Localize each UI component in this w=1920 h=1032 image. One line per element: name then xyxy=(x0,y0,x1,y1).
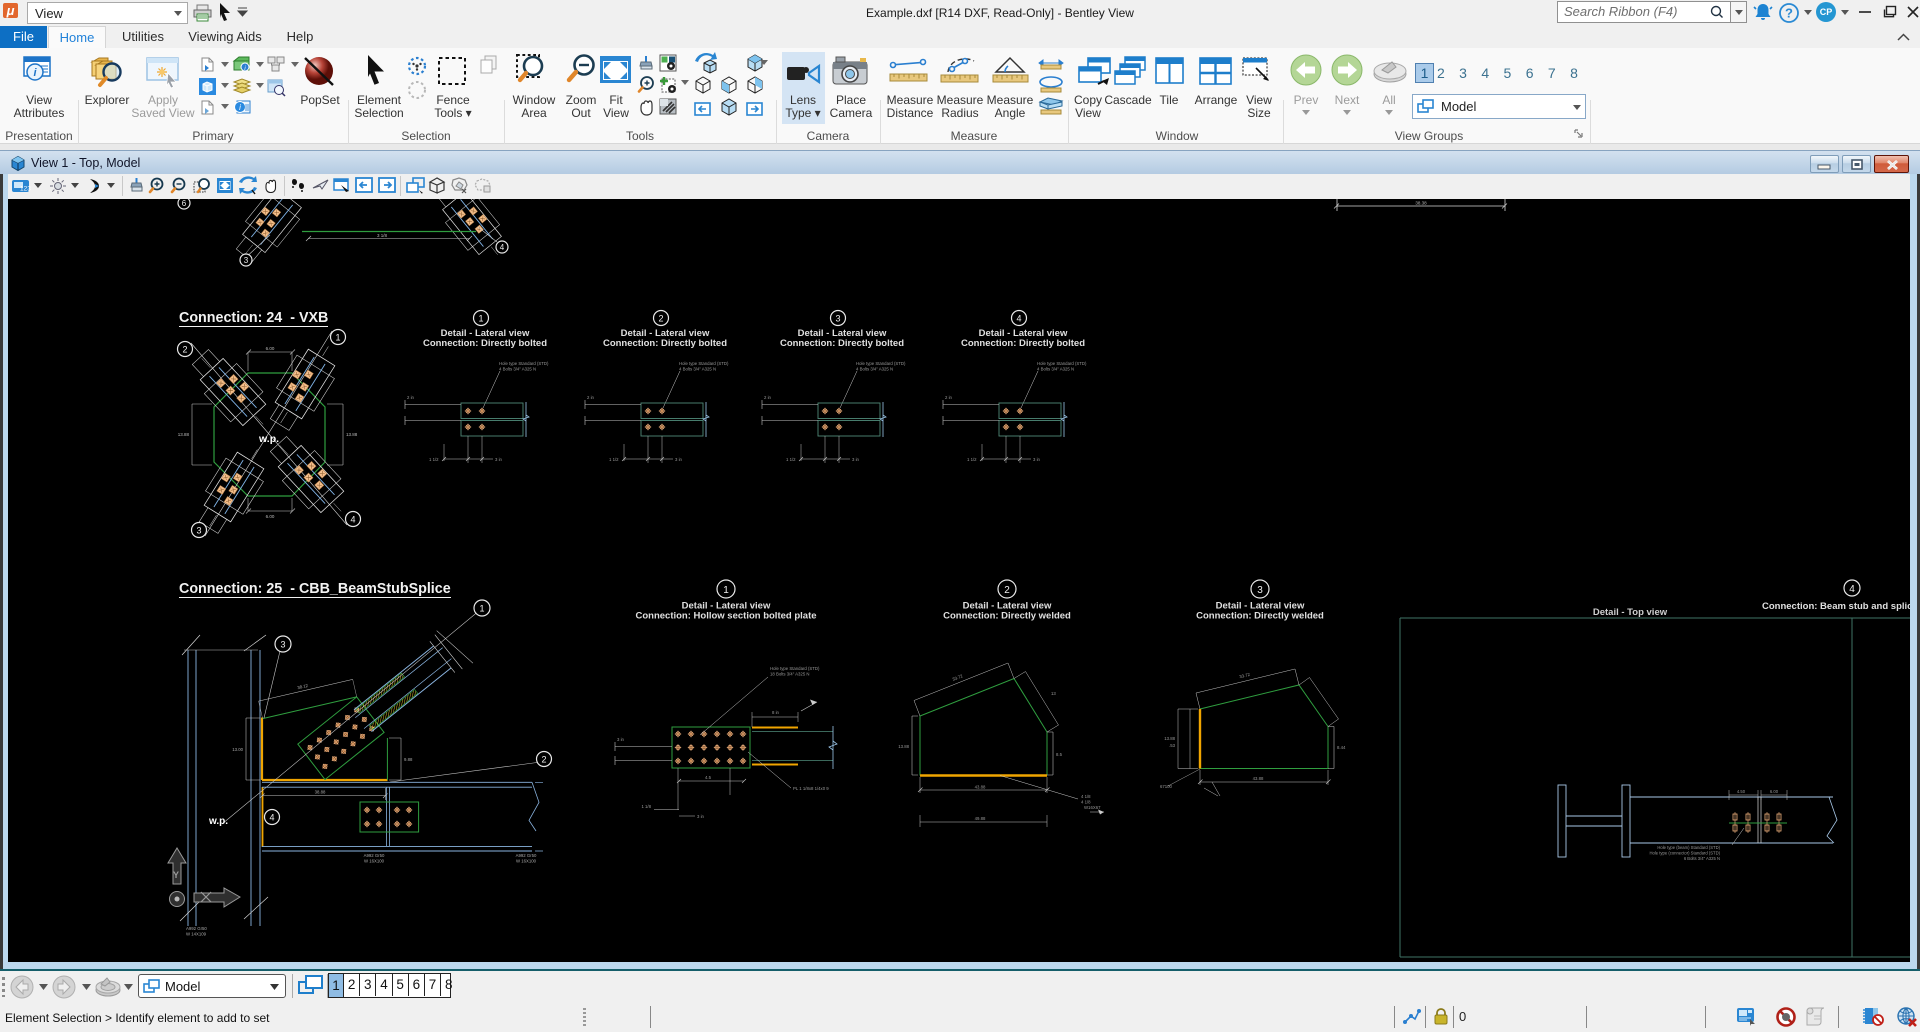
svg-text:38.12: 38.12 xyxy=(297,683,309,690)
svg-text:1 1/2: 1 1/2 xyxy=(609,457,619,462)
svg-text:13.00: 13.00 xyxy=(232,747,243,752)
svg-text:A992 Gr50: A992 Gr50 xyxy=(186,926,207,931)
svg-text:W 14X109: W 14X109 xyxy=(186,932,207,937)
svg-text:3 1/8: 3 1/8 xyxy=(377,233,388,238)
svg-text:2: 2 xyxy=(658,314,663,324)
svg-text:3: 3 xyxy=(280,640,285,650)
svg-text:9.88: 9.88 xyxy=(404,757,413,762)
svg-text:49.88: 49.88 xyxy=(975,816,986,821)
svg-text:2: 2 xyxy=(182,345,187,355)
svg-text:2: 2 xyxy=(1004,585,1010,596)
svg-text:1: 1 xyxy=(335,333,340,343)
svg-text:2 in: 2 in xyxy=(764,395,772,400)
svg-text:4 Bolts 3/4" A325 N: 4 Bolts 3/4" A325 N xyxy=(1037,367,1074,372)
svg-text:4 Bolts 3/4" A325 N: 4 Bolts 3/4" A325 N xyxy=(499,367,536,372)
svg-text:Hole type (connector) Standard: Hole type (connector) Standard (STD) xyxy=(1649,851,1720,856)
svg-text:4: 4 xyxy=(500,243,505,252)
svg-text:Connection: 25 - CBB_BeamStub: Connection: 25 - CBB_BeamStubSplice xyxy=(179,581,451,597)
svg-text:6: 6 xyxy=(182,199,187,208)
svg-text:3: 3 xyxy=(835,314,840,324)
svg-text:i: i xyxy=(239,103,241,112)
svg-text:A992 Gr50: A992 Gr50 xyxy=(516,853,537,858)
svg-text:1: 1 xyxy=(479,604,484,614)
svg-text:1: 1 xyxy=(478,314,483,324)
svg-text:w.p.: w.p. xyxy=(258,433,279,445)
svg-text:W 16X100: W 16X100 xyxy=(364,859,385,864)
svg-text:W16X67: W16X67 xyxy=(1084,805,1101,810)
svg-text:4.50: 4.50 xyxy=(1737,789,1746,794)
svg-text:Hole type Standard (STD): Hole type Standard (STD) xyxy=(499,361,549,366)
svg-text:Hole type (beam) Standard (STD: Hole type (beam) Standard (STD) xyxy=(1657,845,1720,850)
svg-text:3: 3 xyxy=(196,526,201,536)
svg-text:3 in: 3 in xyxy=(697,814,705,819)
svg-text:Connection: Directly welded: Connection: Directly welded xyxy=(943,611,1071,622)
svg-text:13.88: 13.88 xyxy=(346,432,358,437)
svg-text:Connection: Directly welded: Connection: Directly welded xyxy=(1196,611,1324,622)
svg-text:1: 1 xyxy=(723,585,729,596)
svg-text:Connection: Directly bolted: Connection: Directly bolted xyxy=(603,338,727,349)
svg-text:4.5: 4.5 xyxy=(705,775,712,780)
svg-text:1 1/2: 1 1/2 xyxy=(967,457,977,462)
svg-text:.53: .53 xyxy=(1169,743,1176,748)
svg-text:4: 4 xyxy=(269,813,274,823)
svg-text:Hole type Standard (STD): Hole type Standard (STD) xyxy=(679,361,729,366)
svg-text:A992 Gr50: A992 Gr50 xyxy=(364,853,385,858)
svg-text:6 Bolts 3/4" A325 N: 6 Bolts 3/4" A325 N xyxy=(1684,856,1720,861)
svg-text:2 in: 2 in xyxy=(587,395,595,400)
svg-text:38.38: 38.38 xyxy=(1415,201,1427,206)
svg-text:PL 1 1/8x8 1/4x0 9: PL 1 1/8x8 1/4x0 9 xyxy=(793,786,829,791)
svg-text:4: 4 xyxy=(1016,314,1021,324)
svg-text:2: 2 xyxy=(541,755,546,765)
svg-text:3 in: 3 in xyxy=(495,457,503,462)
svg-text:3 in: 3 in xyxy=(1033,457,1041,462)
svg-text:1 1/8: 1 1/8 xyxy=(641,804,651,809)
svg-text:4 Bolts 3/4" A325 N: 4 Bolts 3/4" A325 N xyxy=(679,367,716,372)
svg-text:Connection: Directly bolted: Connection: Directly bolted xyxy=(423,338,547,349)
svg-text:Hole type Standard (STD): Hole type Standard (STD) xyxy=(856,361,906,366)
svg-text:w.p.: w.p. xyxy=(208,816,228,827)
svg-text:3: 3 xyxy=(244,256,249,265)
svg-text:Connection: Directly bolted: Connection: Directly bolted xyxy=(780,338,904,349)
svg-text:Hole type Standard (STD): Hole type Standard (STD) xyxy=(770,666,820,671)
svg-text:8 in: 8 in xyxy=(772,710,780,715)
svg-text:4: 4 xyxy=(350,515,355,525)
svg-text:?: ? xyxy=(1785,6,1793,21)
svg-text:6.00: 6.00 xyxy=(266,346,275,351)
svg-text:Y: Y xyxy=(173,870,179,880)
svg-text:6.00: 6.00 xyxy=(266,514,275,519)
svg-text:13: 13 xyxy=(1051,691,1056,696)
svg-text:13.88: 13.88 xyxy=(178,432,190,437)
svg-text:3: 3 xyxy=(1257,585,1263,596)
svg-text:43.88: 43.88 xyxy=(1253,776,1264,781)
svg-text:123: 123 xyxy=(20,186,31,193)
svg-text:4 1/8: 4 1/8 xyxy=(1081,794,1091,799)
svg-text:4 Bolts 3/4" A325 N: 4 Bolts 3/4" A325 N xyxy=(856,367,893,372)
svg-text:13.88: 13.88 xyxy=(898,744,909,749)
svg-text:38.88: 38.88 xyxy=(315,790,326,795)
svg-text:2 in: 2 in xyxy=(945,395,953,400)
svg-text:Connection: Directly bolted: Connection: Directly bolted xyxy=(961,338,1085,349)
svg-text:1 1/2: 1 1/2 xyxy=(429,457,439,462)
svg-text:13.88: 13.88 xyxy=(1164,736,1175,741)
svg-text:2 in: 2 in xyxy=(407,395,415,400)
svg-text:4: 4 xyxy=(1849,584,1855,595)
svg-text:Connection: Beam stub and spli: Connection: Beam stub and splice plates xyxy=(1762,601,1910,612)
svg-text:Connection: Hollow section bol: Connection: Hollow section bolted plate xyxy=(635,611,816,622)
svg-text:18 Bolts 3/4" A325 N: 18 Bolts 3/4" A325 N xyxy=(770,672,810,677)
svg-text:W 16X100: W 16X100 xyxy=(516,859,537,864)
svg-text:1 1/2: 1 1/2 xyxy=(786,457,796,462)
svg-text:33.72: 33.72 xyxy=(1239,672,1251,680)
svg-text:Detail - Top view: Detail - Top view xyxy=(1593,607,1668,618)
svg-text:8.5: 8.5 xyxy=(1056,752,1063,757)
svg-text:3 in: 3 in xyxy=(675,457,683,462)
svg-text:3 in: 3 in xyxy=(852,457,860,462)
svg-text:6.00: 6.00 xyxy=(1770,789,1779,794)
svg-text:Connection: 24 - VXB: Connection: 24 - VXB xyxy=(179,310,328,326)
svg-text:43.88: 43.88 xyxy=(975,785,986,790)
svg-text:4 1/8: 4 1/8 xyxy=(1081,800,1091,805)
svg-text:Hole type Standard (STD): Hole type Standard (STD) xyxy=(1037,361,1087,366)
svg-text:33.72: 33.72 xyxy=(952,673,964,682)
svg-text:3 in: 3 in xyxy=(617,737,625,742)
svg-text:8.44: 8.44 xyxy=(1337,745,1346,750)
